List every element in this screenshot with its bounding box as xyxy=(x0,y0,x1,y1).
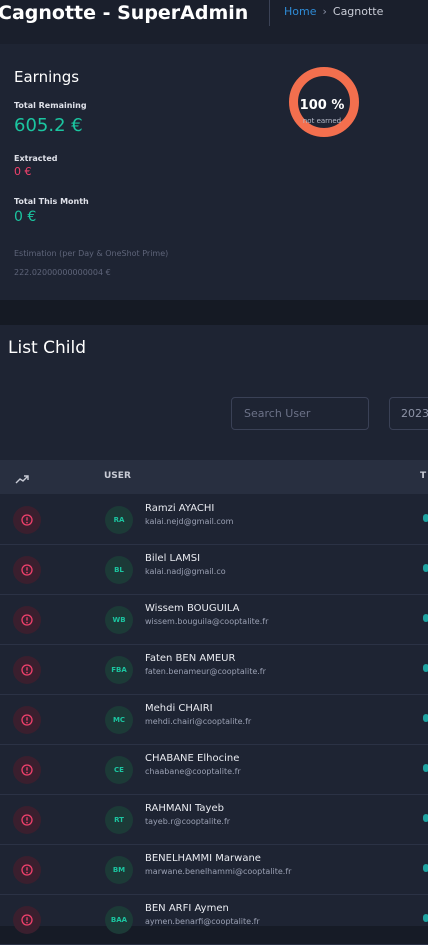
status-badge xyxy=(423,514,428,522)
page-header: Cagnotte - SuperAdmin Home › Cagnotte xyxy=(0,0,428,44)
table-row[interactable]: MC Mehdi CHAIRI mehdi.chairi@cooptalite.fr xyxy=(0,694,428,745)
year-select[interactable]: 2023 xyxy=(389,397,428,430)
total-this-month-value: 0 € xyxy=(14,209,37,225)
status-badge xyxy=(423,664,428,672)
user-email: mehdi.chairi@cooptalite.fr xyxy=(145,717,252,726)
user-name[interactable]: Bilel LAMSI xyxy=(145,553,200,564)
avatar: RT xyxy=(105,806,133,834)
table-row[interactable]: RA Ramzi AYACHI kalai.nejd@gmail.com xyxy=(0,494,428,545)
avatar: WB xyxy=(105,606,133,634)
table-row[interactable]: BL Bilel LAMSI kalai.nadj@gmail.co xyxy=(0,544,428,595)
user-email: chaabane@cooptalite.fr xyxy=(145,767,241,776)
chevron-right-icon: › xyxy=(322,5,327,18)
status-badge xyxy=(423,714,428,722)
user-name[interactable]: BEN ARFI Aymen xyxy=(145,903,229,914)
user-email: marwane.benelhammi@cooptalite.fr xyxy=(145,867,292,876)
user-name[interactable]: Mehdi CHAIRI xyxy=(145,703,213,714)
breadcrumb: Home › Cagnotte xyxy=(284,5,383,18)
total-remaining-value: 605.2 € xyxy=(14,115,83,136)
user-email: kalai.nadj@gmail.co xyxy=(145,567,226,576)
column-header-user[interactable]: USER xyxy=(104,471,131,481)
avatar: MC xyxy=(105,706,133,734)
user-email: aymen.benarfi@cooptalite.fr xyxy=(145,917,260,926)
avatar: BL xyxy=(105,556,133,584)
page-title: Cagnotte - SuperAdmin xyxy=(0,2,249,24)
info-circle-icon[interactable] xyxy=(13,756,41,784)
info-circle-icon[interactable] xyxy=(13,506,41,534)
avatar: BAA xyxy=(105,906,133,934)
table-row[interactable]: RT RAHMANI Tayeb tayeb.r@cooptalite.fr xyxy=(0,794,428,845)
status-badge xyxy=(423,914,428,922)
user-email: tayeb.r@cooptalite.fr xyxy=(145,817,231,826)
breadcrumb-home-link[interactable]: Home xyxy=(284,5,316,18)
extracted-value: 0 € xyxy=(14,165,32,178)
header-divider xyxy=(269,0,270,26)
table-row[interactable]: BAA BEN ARFI Aymen aymen.benarfi@cooptalit… xyxy=(0,894,428,945)
avatar: RA xyxy=(105,506,133,534)
avatar: BM xyxy=(105,856,133,884)
user-name[interactable]: Wissem BOUGUILA xyxy=(145,603,239,614)
breadcrumb-current: Cagnotte xyxy=(332,5,384,18)
status-badge xyxy=(423,814,428,822)
user-name[interactable]: CHABANE Elhocine xyxy=(145,753,239,764)
list-child-card: List Child 2023 USER T RA Ramzi AYACHI kal… xyxy=(0,325,428,945)
column-header-t[interactable]: T xyxy=(420,471,426,481)
table-row[interactable]: BM BENELHAMMI Marwane marwane.benelhammi@c… xyxy=(0,844,428,895)
table-header: USER T xyxy=(0,460,428,494)
extracted-label: Extracted xyxy=(14,154,58,163)
info-circle-icon[interactable] xyxy=(13,606,41,634)
estimation-text: Estimation (per Day & OneShot Prime) 222… xyxy=(14,249,169,277)
total-remaining-label: Total Remaining xyxy=(14,101,87,110)
user-email: wissem.bouguila@cooptalite.fr xyxy=(145,617,269,626)
user-name[interactable]: RAHMANI Tayeb xyxy=(145,803,224,814)
info-circle-icon[interactable] xyxy=(13,556,41,584)
list-title: List Child xyxy=(8,338,87,358)
user-name[interactable]: BENELHAMMI Marwane xyxy=(145,853,261,864)
user-name[interactable]: Faten BEN AMEUR xyxy=(145,653,235,664)
table-row[interactable]: WB Wissem BOUGUILA wissem.bouguila@cooptal… xyxy=(0,594,428,645)
trend-up-icon[interactable] xyxy=(15,470,29,489)
status-badge xyxy=(423,864,428,872)
total-this-month-label: Total This Month xyxy=(14,197,89,206)
avatar: CE xyxy=(105,756,133,784)
table-row[interactable]: CE CHABANE Elhocine chaabane@cooptalite.fr xyxy=(0,744,428,795)
status-badge xyxy=(423,564,428,572)
user-email: kalai.nejd@gmail.com xyxy=(145,517,234,526)
status-badge xyxy=(423,614,428,622)
info-circle-icon[interactable] xyxy=(13,656,41,684)
user-email: faten.benameur@cooptalite.fr xyxy=(145,667,266,676)
info-circle-icon[interactable] xyxy=(13,906,41,934)
info-circle-icon[interactable] xyxy=(13,856,41,884)
user-name[interactable]: Ramzi AYACHI xyxy=(145,503,214,514)
earnings-title: Earnings xyxy=(14,68,80,86)
info-circle-icon[interactable] xyxy=(13,806,41,834)
search-user-input[interactable] xyxy=(231,397,369,430)
gauge-caption: not earned xyxy=(302,117,342,125)
earnings-card: Earnings Total Remaining 605.2 € Extract… xyxy=(0,44,428,300)
gauge-percent: 100 % xyxy=(299,98,345,113)
info-circle-icon[interactable] xyxy=(13,706,41,734)
table-row[interactable]: FBA Faten BEN AMEUR faten.benameur@cooptal… xyxy=(0,644,428,695)
avatar: FBA xyxy=(105,656,133,684)
section-gap xyxy=(0,300,428,325)
status-badge xyxy=(423,764,428,772)
